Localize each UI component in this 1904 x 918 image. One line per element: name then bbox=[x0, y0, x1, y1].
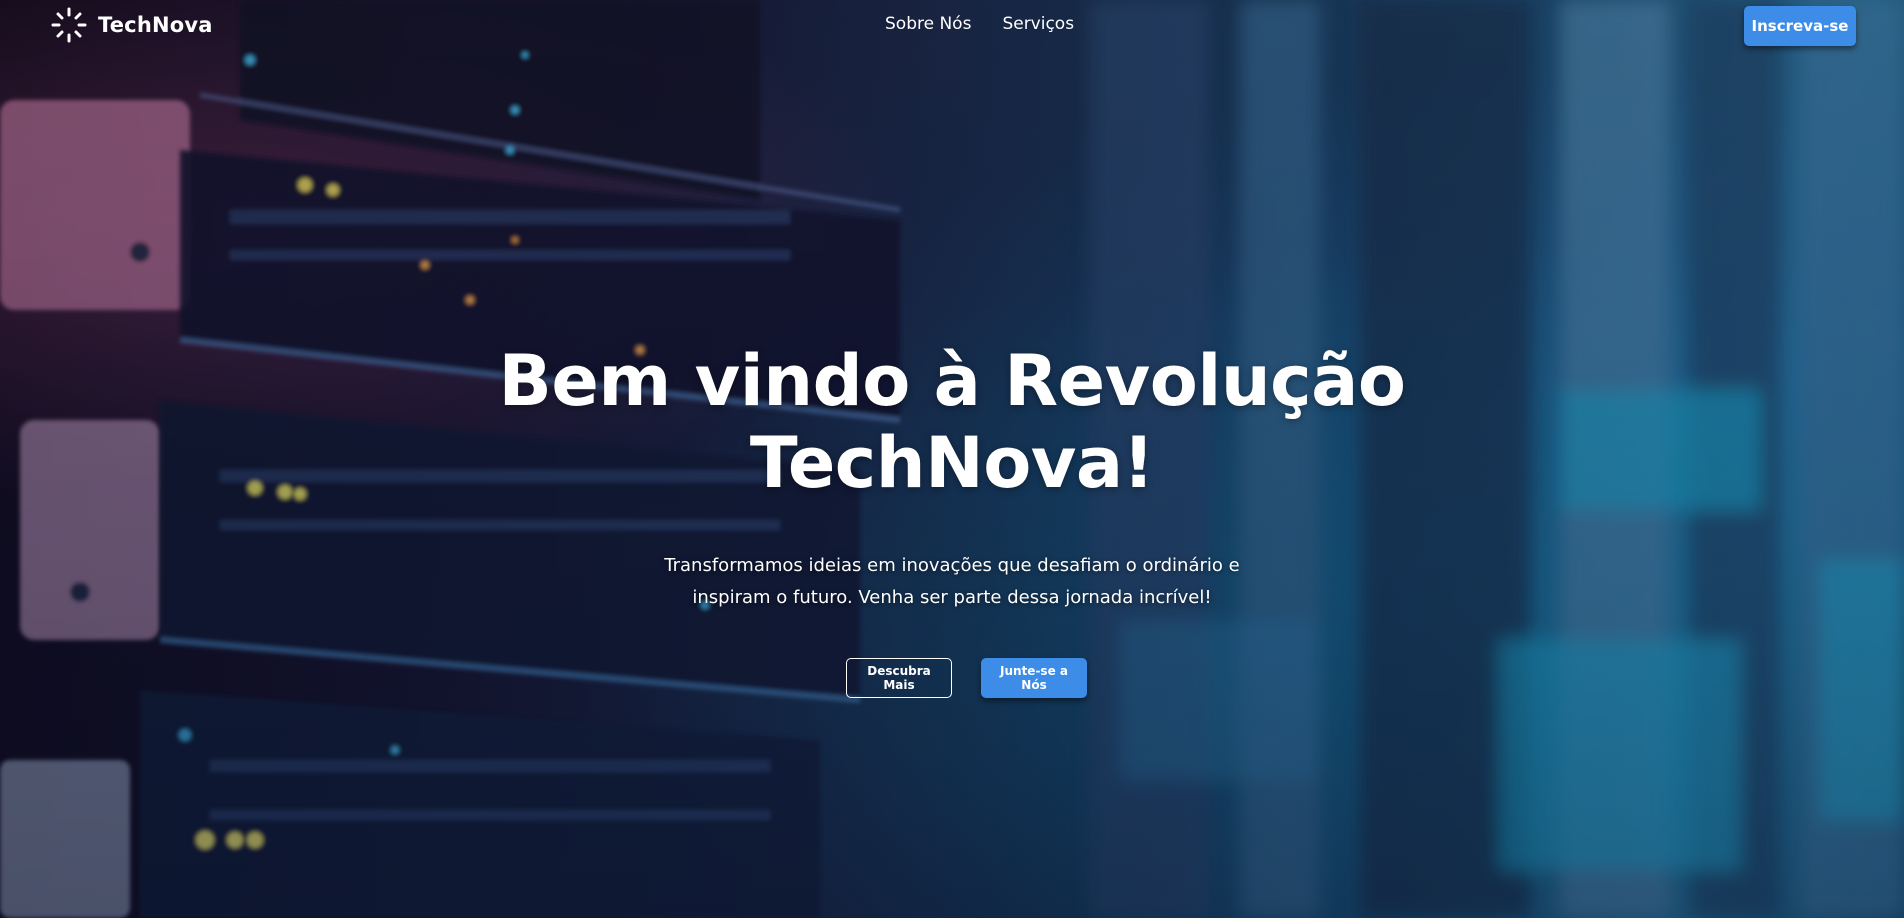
sparkle-burst-icon bbox=[50, 6, 88, 44]
hero-title-line-2: TechNova! bbox=[749, 422, 1155, 504]
hero-title: Bem vindo à Revolução TechNova! bbox=[0, 340, 1904, 504]
nav-link-servicos[interactable]: Serviços bbox=[1002, 14, 1074, 34]
hero-button-group: Descubra Mais Junte-se a Nós bbox=[846, 658, 1087, 698]
discover-more-button[interactable]: Descubra Mais bbox=[846, 658, 952, 698]
brand-logo[interactable]: TechNova bbox=[50, 6, 213, 44]
landing-page: TechNova Sobre Nós Serviços Inscreva-se … bbox=[0, 0, 1904, 918]
main-nav: Sobre Nós Serviços bbox=[885, 14, 1074, 34]
hero-subtitle-line-1: Transformamos ideias em inovações que de… bbox=[664, 555, 1240, 576]
hero-subtitle: Transformamos ideias em inovações que de… bbox=[652, 550, 1252, 614]
hero-subtitle-line-2: inspiram o futuro. Venha ser parte dessa… bbox=[692, 587, 1212, 608]
brand-name: TechNova bbox=[98, 13, 213, 37]
join-us-button[interactable]: Junte-se a Nós bbox=[981, 658, 1087, 698]
signup-button[interactable]: Inscreva-se bbox=[1744, 6, 1856, 46]
hero-title-line-1: Bem vindo à Revolução bbox=[498, 340, 1406, 422]
nav-link-sobre-nos[interactable]: Sobre Nós bbox=[885, 14, 971, 34]
